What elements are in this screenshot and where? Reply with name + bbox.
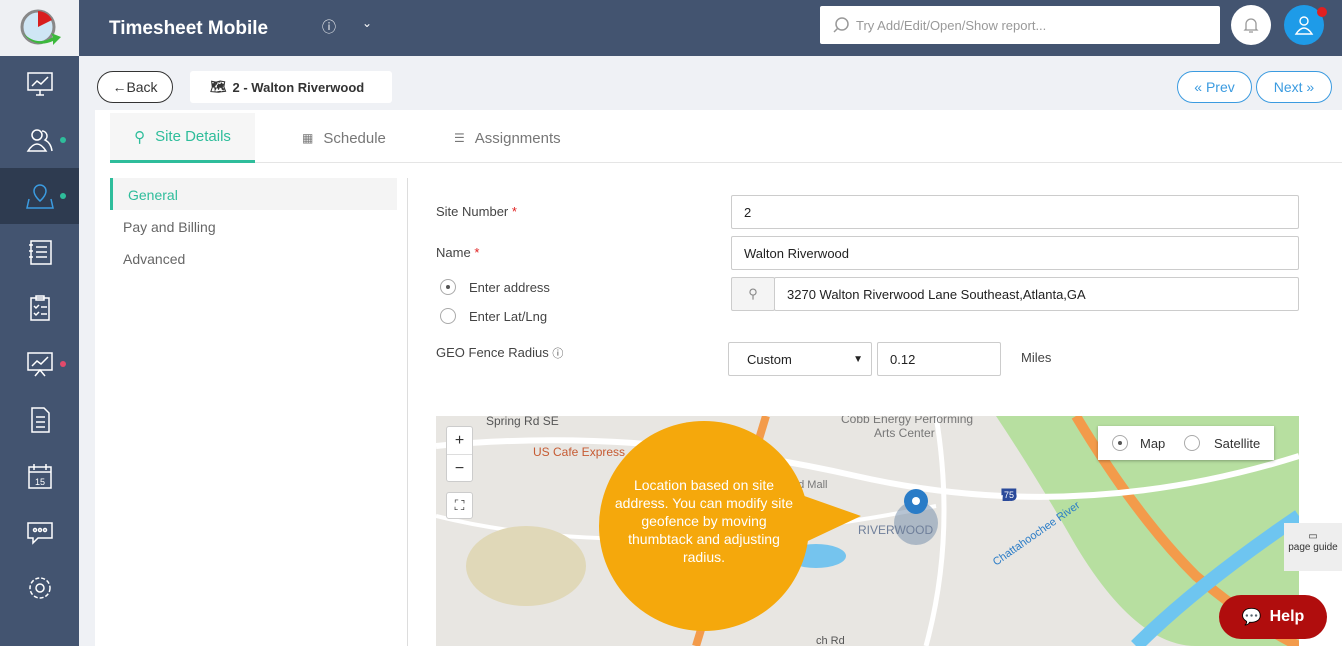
sidebar-item-documents[interactable] bbox=[0, 392, 79, 448]
back-button[interactable]: ← Back bbox=[97, 71, 173, 103]
tab-schedule[interactable]: ▦ Schedule bbox=[302, 113, 386, 163]
sidebar-item-timesheets[interactable] bbox=[0, 224, 79, 280]
info-icon[interactable]: ⓘ bbox=[322, 17, 336, 37]
document-icon bbox=[30, 407, 50, 433]
fullscreen-icon: ⛶ bbox=[454, 497, 465, 513]
zoom-in-button[interactable]: + bbox=[447, 427, 472, 455]
page-guide-button[interactable]: ▭ page guide bbox=[1284, 523, 1342, 571]
enter-address-radio[interactable] bbox=[440, 279, 456, 295]
users-icon bbox=[26, 129, 53, 152]
enter-latlng-label: Enter Lat/Lng bbox=[469, 309, 548, 324]
subnav-advanced[interactable]: Advanced bbox=[123, 251, 185, 267]
callout-text: Location based on site address. You can … bbox=[614, 477, 794, 565]
site-number-label: Site Number * bbox=[436, 204, 517, 219]
search-input[interactable]: Try Add/Edit/Open/Show report... bbox=[820, 6, 1220, 44]
monitor-chart-icon bbox=[26, 72, 53, 96]
geofence-radius-input[interactable]: 0.12 bbox=[877, 342, 1001, 376]
map-pin-icon: ⚲ bbox=[134, 128, 146, 146]
enter-latlng-radio[interactable] bbox=[440, 308, 456, 324]
map-type-map-radio[interactable] bbox=[1112, 435, 1128, 451]
arrow-left-icon: ← bbox=[112, 79, 127, 95]
fullscreen-button[interactable]: ⛶ bbox=[446, 492, 473, 519]
map-type-satellite-label: Satellite bbox=[1214, 436, 1261, 451]
record-title-text: 2 - Walton Riverwood bbox=[232, 79, 365, 95]
clipboard-icon bbox=[29, 295, 50, 321]
sidebar-item-reports[interactable] bbox=[0, 336, 79, 392]
site-number-input[interactable]: 2 bbox=[731, 195, 1299, 229]
address-input[interactable]: 3270 Walton Riverwood Lane Southeast,Atl… bbox=[774, 277, 1299, 311]
tab-assignments[interactable]: ☰ Assignments bbox=[454, 113, 561, 163]
map-label: 75 bbox=[1004, 490, 1014, 500]
page-guide-label: page guide bbox=[1288, 542, 1338, 553]
help-button[interactable]: 💬 Help bbox=[1219, 595, 1327, 639]
zoom-out-button[interactable]: − bbox=[447, 455, 472, 482]
bell-icon bbox=[1243, 18, 1259, 33]
notification-badge bbox=[1317, 7, 1327, 17]
geofence-radius-label: GEO Fence Radius ⓘ bbox=[436, 345, 564, 360]
caret-down-icon: ▼ bbox=[853, 353, 863, 365]
help-label: Help bbox=[1269, 608, 1305, 625]
chat-icon: 💬 bbox=[1241, 609, 1262, 626]
map-type-control: Map Satellite bbox=[1098, 426, 1274, 460]
next-button[interactable]: Next » bbox=[1256, 71, 1332, 103]
app-title: Timesheet Mobile bbox=[109, 18, 269, 39]
notebook-icon bbox=[28, 240, 52, 265]
calendar-icon: 15 bbox=[27, 464, 52, 489]
double-chevron-left-icon: « bbox=[1194, 79, 1206, 95]
map-pin-icon bbox=[25, 184, 54, 209]
geofence-unit: Miles bbox=[1021, 350, 1052, 365]
record-title: 🗺 2 - Walton Riverwood bbox=[190, 71, 392, 103]
search-icon bbox=[833, 17, 849, 33]
subnav-general[interactable]: General bbox=[110, 178, 397, 210]
presentation-icon: ▭ bbox=[1308, 531, 1318, 542]
sidebar-item-sites[interactable] bbox=[0, 168, 79, 224]
search-icon: ⚲ bbox=[748, 286, 758, 301]
chat-bubble-icon bbox=[26, 522, 53, 545]
sidebar-item-calendar[interactable]: 15 bbox=[0, 448, 79, 504]
tab-label: Site Details bbox=[155, 128, 231, 145]
site-map-icon: 🗺 bbox=[210, 79, 227, 94]
sidebar-item-tasks[interactable] bbox=[0, 280, 79, 336]
tab-site-details[interactable]: ⚲ Site Details bbox=[110, 113, 255, 163]
help-circle-icon: ⓘ bbox=[552, 348, 564, 360]
app-logo[interactable] bbox=[0, 0, 79, 56]
tab-label: Schedule bbox=[323, 129, 386, 147]
geofence-mode-select[interactable]: Custom ▼ bbox=[728, 342, 872, 376]
map[interactable]: Spring Rd SE US Cafe Express Cobb Energy… bbox=[436, 416, 1299, 646]
map-label: Spring Rd SE bbox=[486, 416, 559, 428]
next-label: Next bbox=[1273, 79, 1303, 95]
svg-text:15: 15 bbox=[35, 477, 45, 487]
name-input[interactable]: Walton Riverwood bbox=[731, 236, 1299, 270]
search-placeholder: Try Add/Edit/Open/Show report... bbox=[856, 17, 1047, 33]
map-type-map-label: Map bbox=[1140, 436, 1166, 451]
map-type-satellite-radio[interactable] bbox=[1184, 435, 1200, 451]
double-chevron-right-icon: » bbox=[1302, 79, 1315, 95]
sidebar: 15 bbox=[0, 56, 79, 646]
calendar-icon: ▦ bbox=[302, 131, 314, 145]
enter-address-label: Enter address bbox=[469, 280, 550, 295]
sidebar-item-users[interactable] bbox=[0, 112, 79, 168]
map-label: Chattahoochee River bbox=[991, 499, 1083, 568]
subnav-pay-billing[interactable]: Pay and Billing bbox=[123, 219, 216, 235]
back-label: Back bbox=[126, 79, 158, 95]
sidebar-item-messages[interactable] bbox=[0, 504, 79, 560]
presentation-chart-icon bbox=[26, 352, 53, 377]
gear-icon bbox=[28, 577, 51, 599]
stopwatch-logo-icon bbox=[20, 9, 61, 45]
prev-button[interactable]: « Prev bbox=[1177, 71, 1252, 103]
user-icon bbox=[1294, 16, 1314, 35]
prev-label: Prev bbox=[1205, 79, 1235, 95]
zoom-controls: + − bbox=[446, 426, 473, 482]
notifications-button[interactable] bbox=[1231, 5, 1271, 45]
tab-label: Assignments bbox=[474, 129, 561, 147]
geofence-mode-value: Custom bbox=[747, 351, 792, 367]
sidebar-item-dashboard[interactable] bbox=[0, 56, 79, 112]
list-icon: ☰ bbox=[454, 131, 465, 145]
sidebar-item-settings[interactable] bbox=[0, 560, 79, 616]
address-search-button[interactable]: ⚲ bbox=[731, 277, 775, 311]
chevron-down-icon[interactable]: ⌄ bbox=[362, 16, 372, 30]
name-label: Name * bbox=[436, 245, 480, 260]
